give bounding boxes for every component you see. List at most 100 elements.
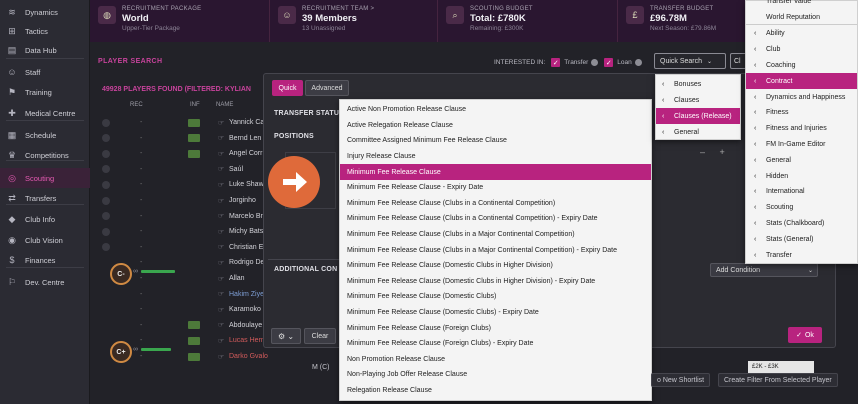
player-name[interactable]: Yannick Ca <box>229 119 264 126</box>
player-name[interactable]: Christian E <box>229 244 263 251</box>
sidebar-item-dynamics[interactable]: ≋ Dynamics <box>0 2 90 22</box>
menu-option[interactable]: ‹ International <box>746 184 857 200</box>
row-select-icon[interactable] <box>102 227 110 236</box>
ok-button[interactable]: ✓ Ok <box>788 327 822 343</box>
player-name[interactable]: Saúl <box>229 166 243 173</box>
row-select-icon[interactable] <box>102 134 110 143</box>
menu-option[interactable]: ‹ Fitness and Injuries <box>746 121 857 137</box>
menu-option[interactable]: ‹ Hidden <box>746 168 857 184</box>
create-filter-button[interactable]: Create Filter From Selected Player <box>718 373 838 387</box>
row-select-icon[interactable] <box>102 165 110 174</box>
dropdown-option[interactable]: Committee Assigned Minimum Fee Release C… <box>340 133 651 149</box>
category-option[interactable]: ‹ General <box>656 124 740 140</box>
menu-option[interactable]: ‹ General <box>746 152 857 168</box>
row-select-icon[interactable] <box>102 212 110 221</box>
dropdown-option[interactable]: Minimum Fee Release Clause (Foreign Club… <box>340 320 651 336</box>
menu-option[interactable]: ‹ Fitness <box>746 105 857 121</box>
table-row[interactable]: - ☞ Hakim Ziye <box>96 286 266 303</box>
row-select-icon[interactable] <box>102 196 110 205</box>
column-name[interactable]: NAME <box>216 102 233 108</box>
transfer-checkbox[interactable]: ✓ <box>551 58 561 67</box>
player-name[interactable]: Jorginho <box>229 197 256 204</box>
dropdown-option[interactable]: Minimum Fee Release Clause (Clubs in a M… <box>340 242 651 258</box>
menu-option[interactable]: World Reputation <box>746 9 857 25</box>
sidebar-item-club-vision[interactable]: ◉ Club Vision <box>0 230 90 250</box>
transfer-remove-icon[interactable] <box>591 59 599 66</box>
add-condition-dropdown[interactable]: Add Condition ⌄ <box>710 263 818 277</box>
table-row[interactable]: - ☞ Marcelo Br <box>96 208 266 225</box>
player-name[interactable]: Michy Bats <box>229 228 263 235</box>
dropdown-option[interactable]: Minimum Fee Release Clause (Domestic Clu… <box>340 305 651 321</box>
dropdown-option[interactable]: Minimum Fee Release Clause <box>340 164 651 180</box>
player-name[interactable]: Allan <box>229 275 245 282</box>
dropdown-option[interactable]: Minimum Fee Release Clause (Domestic Clu… <box>340 258 651 274</box>
row-select-icon[interactable] <box>102 180 110 189</box>
player-name[interactable]: Rodrigo De <box>229 259 264 266</box>
sidebar-item-training[interactable]: ⚑ Training <box>0 82 90 102</box>
dropdown-option[interactable]: Minimum Fee Release Clause (Clubs in a C… <box>340 211 651 227</box>
sidebar-item-schedule[interactable]: ▦ Schedule <box>0 125 90 145</box>
menu-option[interactable]: ‹ Coaching <box>746 58 857 74</box>
zoom-controls[interactable]: – + <box>700 147 731 157</box>
sidebar-item-competitions[interactable]: ♛ Competitions <box>0 145 90 165</box>
new-shortlist-button[interactable]: o New Shortlist <box>651 373 711 387</box>
player-name[interactable]: Marcelo Br <box>229 213 263 220</box>
settings-button[interactable]: ⚙ ⌄ <box>271 328 301 344</box>
dropdown-option[interactable]: Active Non Promotion Release Clause <box>340 102 651 118</box>
menu-option[interactable]: ‹ Ability <box>746 26 857 42</box>
menu-option[interactable]: Transfer Value <box>746 0 857 9</box>
table-row[interactable]: - ☞ Bernd Len <box>96 130 266 147</box>
sidebar-item-staff[interactable]: ☺ Staff <box>0 62 90 82</box>
loan-checkbox[interactable]: ✓ <box>604 58 614 67</box>
menu-option[interactable]: ‹ Stats (General) <box>746 231 857 247</box>
player-name[interactable]: Bernd Len <box>229 135 261 142</box>
sidebar-item-dev-centre[interactable]: ⚐ Dev. Centre <box>0 272 90 292</box>
player-name[interactable]: Angel Corr <box>229 150 262 157</box>
player-name[interactable]: Karamoko <box>229 306 261 313</box>
table-row[interactable]: - ☞ Luke Shaw <box>96 176 266 193</box>
menu-option[interactable]: ‹ Stats (Chalkboard) <box>746 216 857 232</box>
sidebar-item-club-info[interactable]: ◆ Club Info <box>0 209 90 229</box>
tab-advanced[interactable]: Advanced <box>305 80 349 96</box>
row-select-icon[interactable] <box>102 243 110 252</box>
column-inf[interactable]: INF <box>190 102 200 108</box>
menu-option[interactable]: ‹ Club <box>746 42 857 58</box>
row-select-icon[interactable] <box>102 149 110 158</box>
player-name[interactable]: Luke Shaw <box>229 181 264 188</box>
dropdown-option[interactable]: Active Relegation Release Clause <box>340 118 651 134</box>
menu-option[interactable]: ‹ FM In-Game Editor <box>746 137 857 153</box>
column-rec[interactable]: REC <box>130 102 143 108</box>
sidebar-item-tactics[interactable]: ⊞ Tactics <box>0 21 90 41</box>
dropdown-option[interactable]: Minimum Fee Release Clause (Domestic Clu… <box>340 289 651 305</box>
sidebar-item-scouting[interactable]: ◎ Scouting <box>0 168 90 188</box>
dropdown-option[interactable]: Minimum Fee Release Clause (Clubs in a C… <box>340 196 651 212</box>
dropdown-option[interactable]: Minimum Fee Release Clause - Expiry Date <box>340 180 651 196</box>
dropdown-option[interactable]: Minimum Fee Release Clause (Foreign Club… <box>340 336 651 352</box>
menu-option[interactable]: ‹ Scouting <box>746 200 857 216</box>
dropdown-option[interactable]: Injury Release Clause <box>340 149 651 165</box>
dropdown-option[interactable]: Minimum Fee Release Clause (Domestic Clu… <box>340 274 651 290</box>
category-option[interactable]: ‹ Clauses <box>656 92 740 108</box>
category-option[interactable]: ‹ Clauses (Release) <box>656 108 740 124</box>
table-row[interactable]: - ☞ Christian E <box>96 239 266 256</box>
row-select-icon[interactable] <box>102 118 110 127</box>
sidebar-item-transfers[interactable]: ⇄ Transfers <box>0 188 90 208</box>
category-option[interactable]: ‹ Bonuses <box>656 76 740 92</box>
dropdown-option[interactable]: Non Promotion Release Clause <box>340 352 651 368</box>
player-name[interactable]: Abdoulaye <box>229 322 262 329</box>
table-row[interactable]: - ☞ Abdoulaye <box>96 317 266 334</box>
clear-button[interactable]: Clear <box>304 328 336 344</box>
table-row[interactable]: - ☞ Michy Bats <box>96 223 266 240</box>
player-name[interactable]: Hakim Ziye <box>229 291 264 298</box>
table-row[interactable]: - ☞ Saúl <box>96 161 266 178</box>
recruitment-team-panel[interactable]: ☺ RECRUITMENT TEAM > 39 Members 13 Unass… <box>270 0 438 42</box>
table-row[interactable]: - ☞ Jorginho <box>96 192 266 209</box>
loan-remove-icon[interactable] <box>634 59 642 66</box>
recruitment-package-panel[interactable]: ◍ RECRUITMENT PACKAGE World Upper-Tier P… <box>90 0 270 42</box>
dropdown-option[interactable]: Relegation Release Clause <box>340 383 651 399</box>
menu-option[interactable]: ‹ Dynamics and Happiness <box>746 89 857 105</box>
dropdown-option[interactable]: Minimum Fee Release Clause (Clubs in a M… <box>340 227 651 243</box>
player-name[interactable]: Darko Gvalo <box>229 353 268 360</box>
menu-option[interactable]: ‹ Transfer <box>746 247 857 263</box>
sidebar-item-data-hub[interactable]: ▤ Data Hub <box>0 40 90 60</box>
